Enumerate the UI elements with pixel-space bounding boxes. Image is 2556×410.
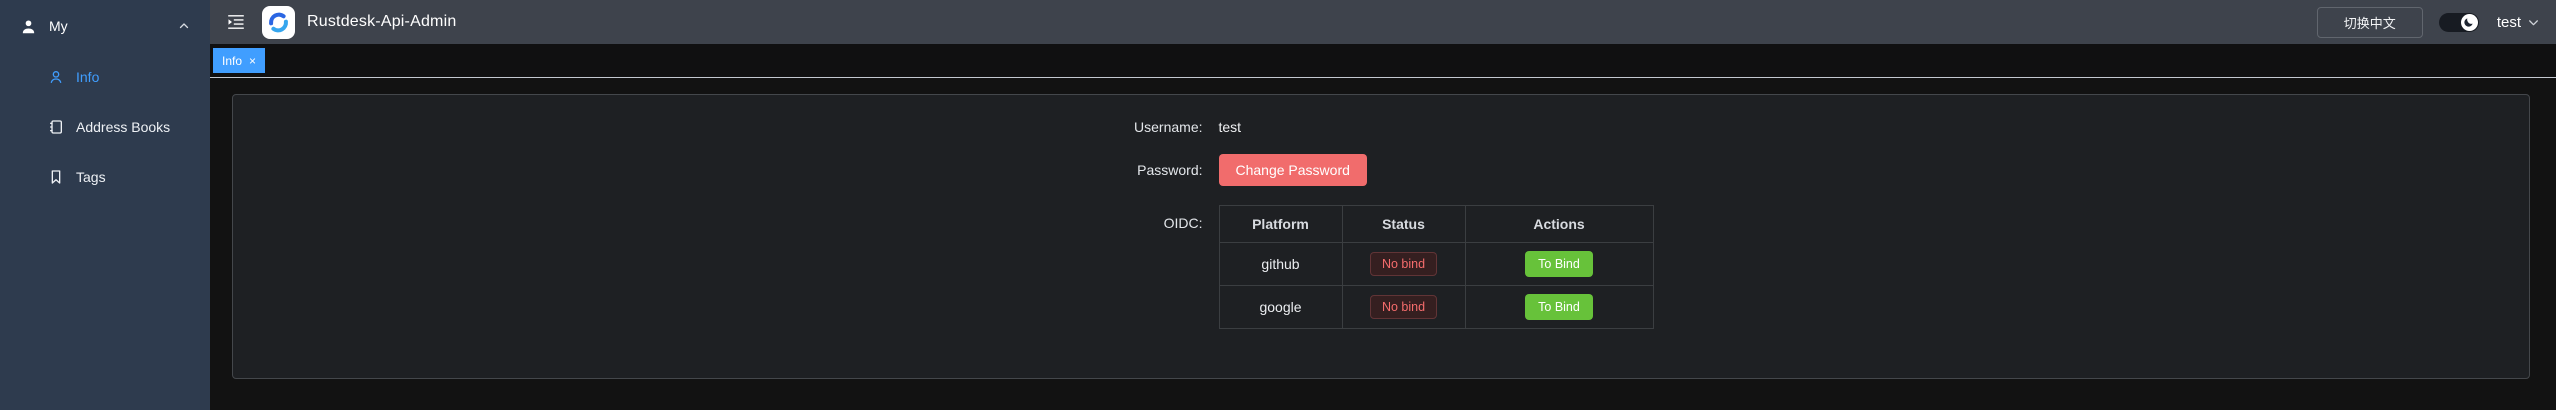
- sidebar-item-tags[interactable]: Tags: [0, 152, 210, 202]
- status-badge: No bind: [1370, 252, 1437, 276]
- profile-card: Username: test Password: Change Password…: [232, 94, 2530, 379]
- username-row: Username: test: [1089, 119, 1674, 135]
- topbar: Rustdesk-Api-Admin 切换中文 test: [210, 0, 2556, 44]
- oidc-label: OIDC:: [1089, 205, 1219, 329]
- app-title: Rustdesk-Api-Admin: [307, 13, 456, 31]
- actions-cell: To Bind: [1465, 243, 1653, 286]
- sidebar-item-label: Tags: [76, 169, 106, 185]
- sidebar-menu-my[interactable]: My: [0, 0, 210, 52]
- table-header-row: Platform Status Actions: [1219, 206, 1653, 243]
- user-name: test: [2497, 14, 2521, 31]
- to-bind-button[interactable]: To Bind: [1525, 294, 1593, 320]
- chevron-down-icon: [2527, 16, 2540, 29]
- password-row: Password: Change Password: [1089, 154, 1674, 186]
- sidebar-item-address-books[interactable]: Address Books: [0, 102, 210, 152]
- oidc-row: OIDC: Platform Status Actions github: [1089, 205, 1674, 329]
- sidebar-item-info[interactable]: Info: [0, 52, 210, 102]
- column-header-status: Status: [1342, 206, 1465, 243]
- sidebar-item-label: Info: [76, 69, 99, 85]
- tab-info[interactable]: Info ×: [213, 48, 265, 73]
- theme-toggle[interactable]: [2439, 13, 2479, 32]
- status-badge: No bind: [1370, 295, 1437, 319]
- username-label: Username:: [1089, 119, 1219, 135]
- status-cell: No bind: [1342, 243, 1465, 286]
- sidebar-item-label: Address Books: [76, 119, 170, 135]
- language-switch-button[interactable]: 切换中文: [2317, 7, 2423, 38]
- rustdesk-logo[interactable]: [262, 6, 295, 39]
- bookmark-icon: [48, 169, 64, 185]
- column-header-actions: Actions: [1465, 206, 1653, 243]
- user-icon: [20, 18, 37, 35]
- change-password-button[interactable]: Change Password: [1219, 154, 1367, 186]
- actions-cell: To Bind: [1465, 286, 1653, 329]
- tags-view-bar: Info ×: [210, 44, 2556, 78]
- app-main: Username: test Password: Change Password…: [210, 78, 2556, 410]
- column-header-platform: Platform: [1219, 206, 1342, 243]
- profile-form: Username: test Password: Change Password…: [1089, 119, 1674, 329]
- tab-label: Info: [222, 54, 242, 68]
- sidebar-menu-my-label: My: [49, 18, 178, 34]
- to-bind-button[interactable]: To Bind: [1525, 251, 1593, 277]
- address-book-icon: [48, 119, 64, 135]
- moon-icon: [2461, 14, 2478, 31]
- status-cell: No bind: [1342, 286, 1465, 329]
- chevron-up-icon: [178, 20, 190, 32]
- platform-cell: google: [1219, 286, 1342, 329]
- user-dropdown[interactable]: test: [2497, 14, 2540, 31]
- oidc-table: Platform Status Actions github No bind: [1219, 205, 1654, 329]
- user-outline-icon: [48, 69, 64, 85]
- tab-close-icon[interactable]: ×: [249, 55, 256, 67]
- hamburger-icon[interactable]: [226, 11, 248, 33]
- sidebar: My Info Address Books Tags: [0, 0, 210, 410]
- username-value: test: [1219, 119, 1242, 135]
- platform-cell: github: [1219, 243, 1342, 286]
- password-label: Password:: [1089, 162, 1219, 178]
- table-row-google: google No bind To Bind: [1219, 286, 1653, 329]
- table-row-github: github No bind To Bind: [1219, 243, 1653, 286]
